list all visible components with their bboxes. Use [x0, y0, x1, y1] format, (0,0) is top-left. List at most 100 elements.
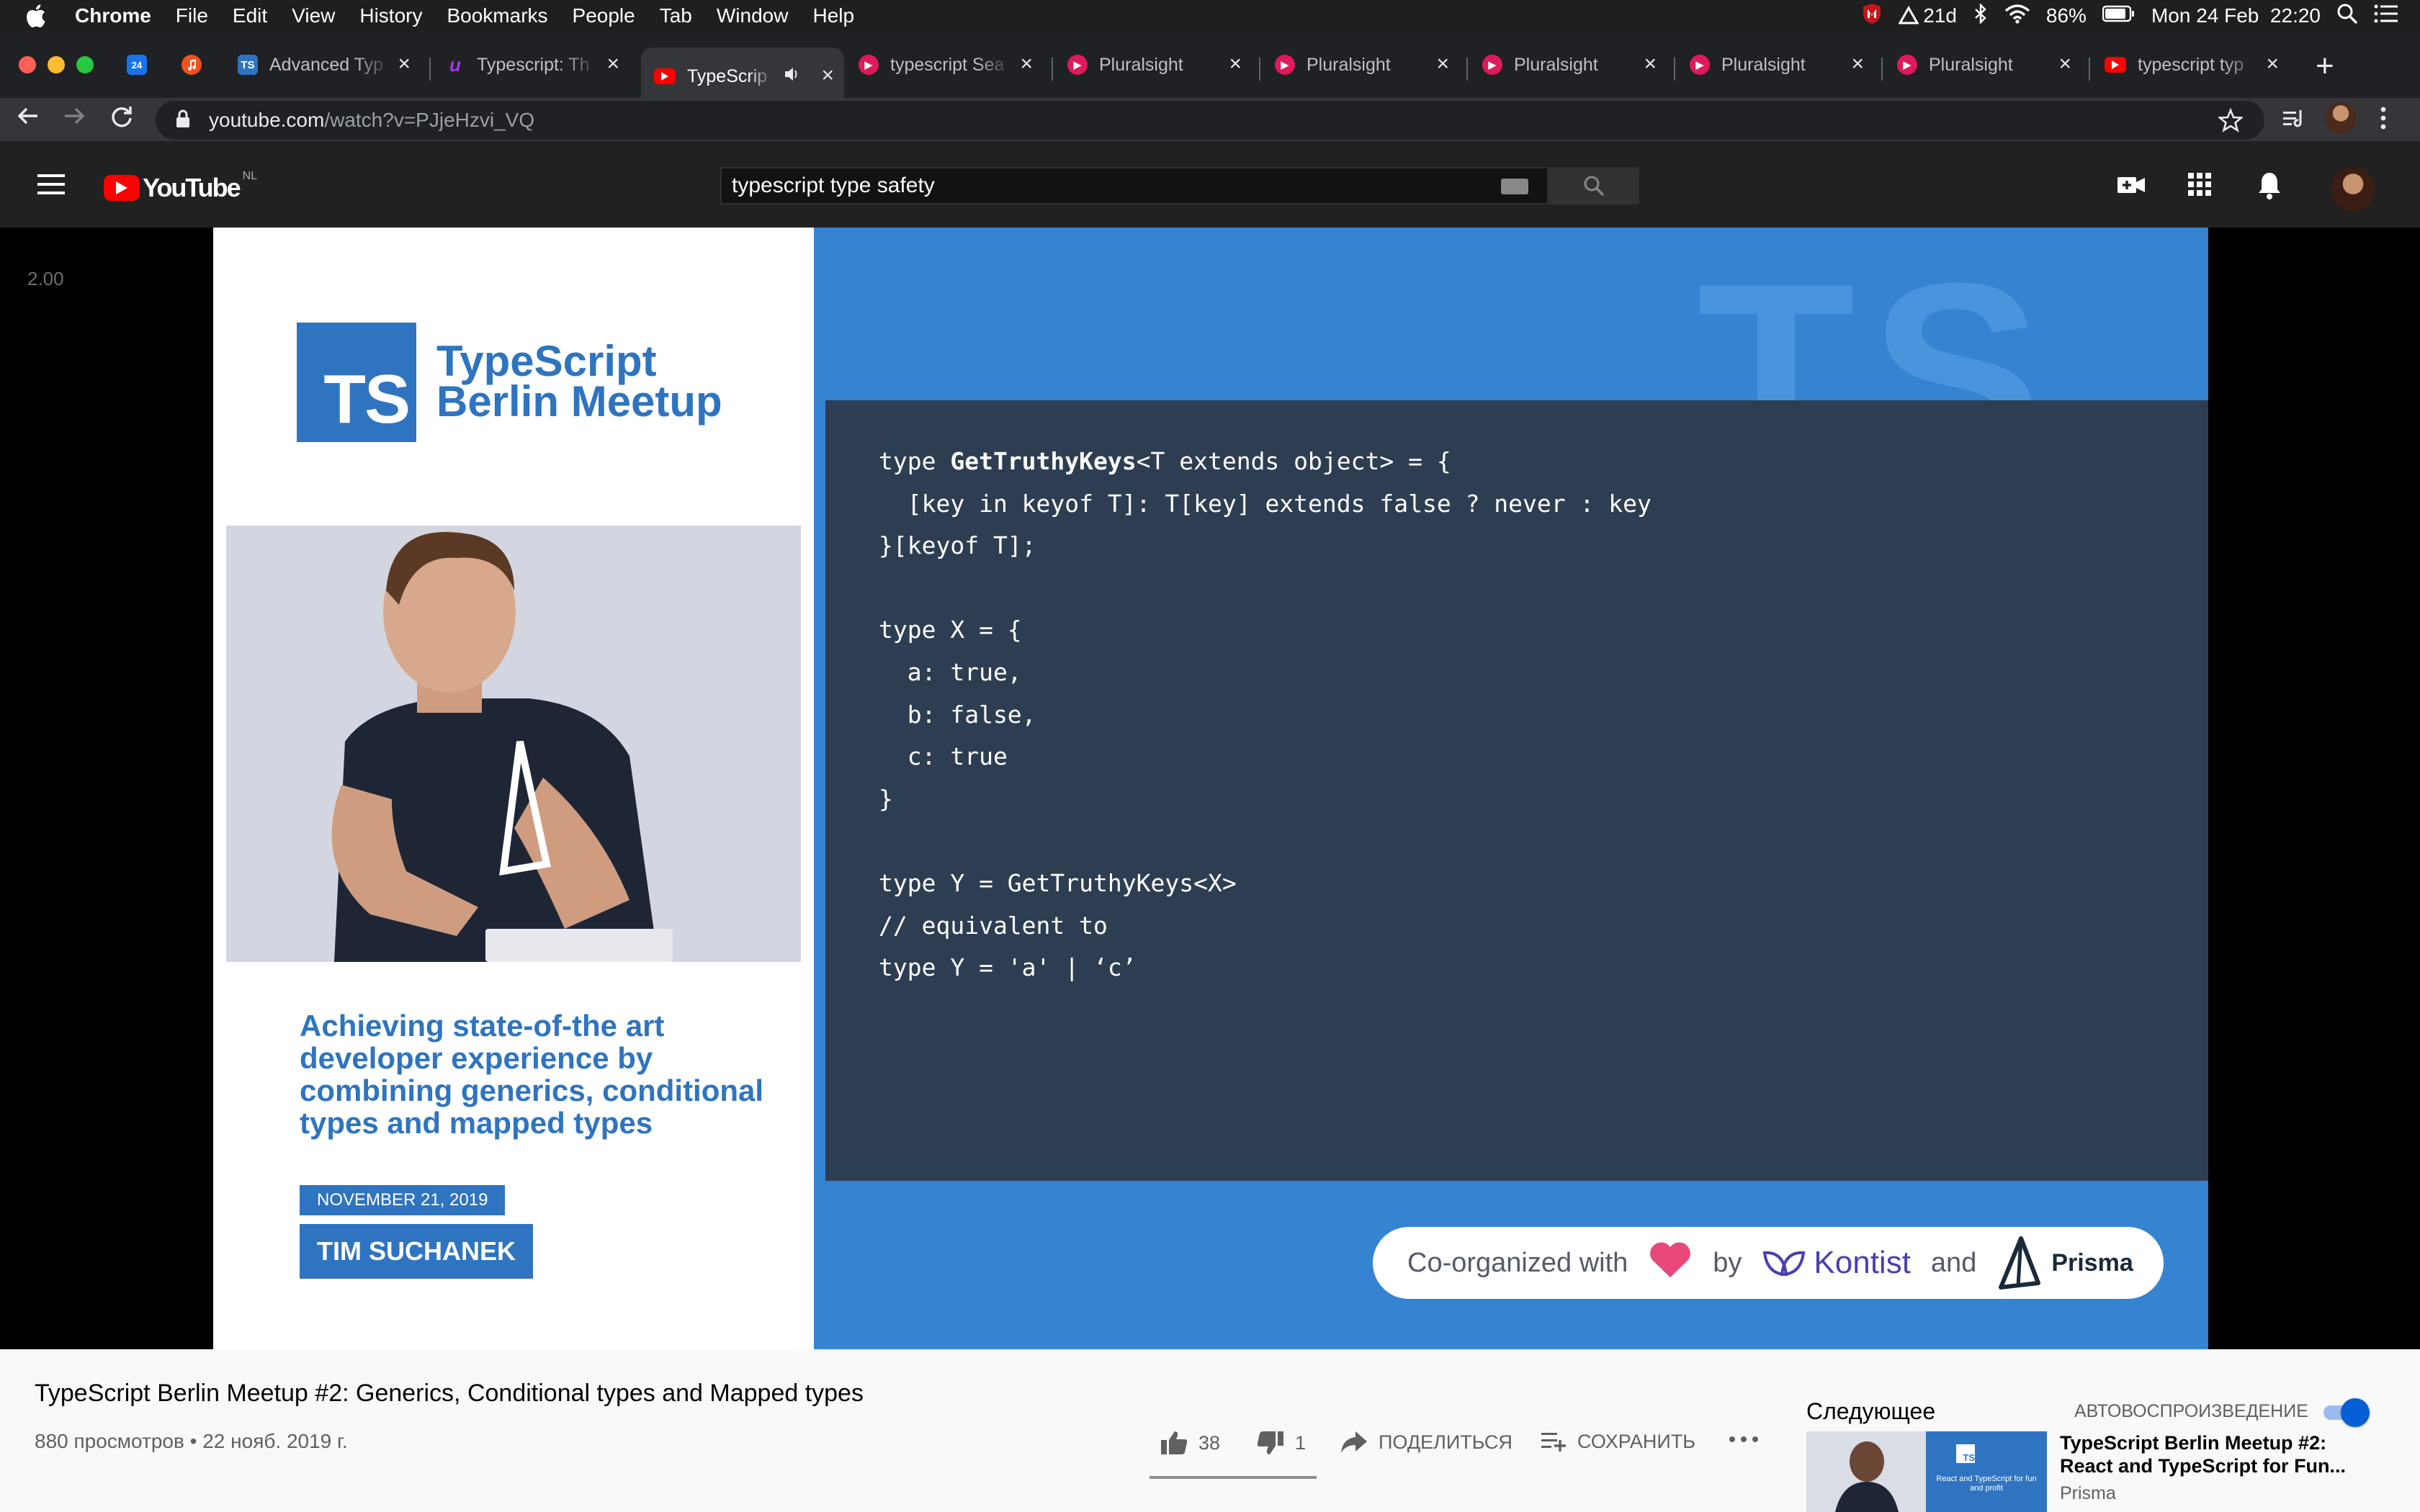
account-avatar[interactable] [2331, 167, 2375, 212]
video-player[interactable]: 2.00 TS TypeScript Berlin Meetup Achievi… [0, 228, 2420, 1349]
thumbs-down-icon [1257, 1431, 1283, 1454]
code-line: } [879, 784, 893, 813]
code-line: }[keyof T]; [879, 531, 1036, 560]
tab-close-icon[interactable]: × [2266, 52, 2279, 76]
address-bar[interactable]: youtube.com/watch?v=PJjeHzvi_VQ [156, 101, 2264, 140]
recommended-video-channel[interactable]: Prisma [2060, 1483, 2116, 1504]
tab-typescript-search[interactable]: ▶ typescript Sea × [859, 46, 1043, 84]
tab-title: typescript Sea [890, 54, 1005, 75]
reload-button[interactable] [109, 104, 134, 135]
apps-grid-icon[interactable] [2187, 171, 2213, 201]
sponsor-lead-text: Co-organized with [1407, 1247, 1628, 1278]
tab-close-icon[interactable]: × [606, 52, 619, 76]
back-button[interactable] [16, 104, 40, 135]
notifications-bell-icon[interactable] [2257, 171, 2282, 204]
search-input[interactable]: typescript type safety [720, 167, 1549, 204]
dislike-button[interactable]: 1 [1256, 1430, 1306, 1456]
tab-advanced-types[interactable]: TS Advanced Typ × [238, 46, 421, 84]
video-frame-slide[interactable]: TS TypeScript Berlin Meetup Achieving st… [213, 228, 2208, 1349]
youtube-logo[interactable]: YouTube NL [104, 170, 257, 203]
share-button[interactable]: ПОДЕЛИТЬСЯ [1340, 1430, 1512, 1454]
tab-pinned-calendar[interactable]: 24 [127, 46, 161, 84]
pluralsight-icon: ▶ [1690, 55, 1710, 75]
menu-bookmarks[interactable]: Bookmarks [447, 4, 547, 27]
search-button[interactable] [1549, 167, 1639, 204]
menu-tab[interactable]: Tab [660, 4, 692, 27]
tab-close-icon[interactable]: × [2058, 52, 2071, 76]
spotlight-search-icon[interactable] [2336, 3, 2358, 30]
lock-icon[interactable] [176, 109, 190, 132]
tab-pluralsight-4[interactable]: ▶ Pluralsight × [1690, 46, 1874, 84]
tab-typescript-udemy[interactable]: u Typescript: Th × [445, 46, 629, 84]
tab-title: Pluralsight [1099, 54, 1183, 75]
battery-icon[interactable] [2102, 4, 2136, 27]
tab-close-icon[interactable]: × [1229, 52, 1242, 76]
window-close-button[interactable] [19, 56, 36, 73]
bluetooth-icon[interactable] [1973, 2, 1989, 29]
tab-typescript-youtube-active[interactable]: TypeScrip × [641, 48, 844, 105]
thumb-caption: React and TypeScript for fun and profit [1936, 1475, 2037, 1493]
view-count: 880 просмотров [35, 1430, 184, 1452]
url-path: /watch?v=PJjeHzvi_VQ [324, 109, 535, 131]
prisma-wordmark: Prisma [2051, 1248, 2133, 1277]
url-text: youtube.com/watch?v=PJjeHzvi_VQ [209, 109, 534, 132]
search-input-value: typescript type safety [732, 174, 935, 197]
tab-close-icon[interactable]: × [398, 52, 411, 76]
tab-audio-playing-icon[interactable] [784, 66, 801, 87]
menu-app-name[interactable]: Chrome [75, 4, 151, 27]
chrome-menu-kebab-icon[interactable] [2378, 105, 2388, 138]
tab-close-icon[interactable]: × [1644, 52, 1657, 76]
media-controls-icon[interactable] [2282, 107, 2306, 138]
bookmark-star-icon[interactable] [2217, 107, 2244, 139]
notification-center-icon[interactable] [2374, 4, 2398, 28]
menu-view[interactable]: View [292, 4, 335, 27]
hamburger-menu-icon[interactable] [37, 174, 65, 200]
dislike-count: 1 [1295, 1431, 1307, 1454]
youtube-icon [2105, 57, 2126, 73]
tab-close-icon[interactable]: × [821, 63, 834, 88]
ts-icon: TS [238, 55, 258, 75]
menu-file[interactable]: File [176, 4, 208, 27]
create-video-icon[interactable] [2116, 171, 2146, 201]
window-minimize-button[interactable] [48, 56, 65, 73]
mcafee-shield-icon[interactable] [1861, 2, 1883, 30]
tab-typescript-type-youtube[interactable]: typescript typ × [2105, 46, 2289, 84]
playback-speed-overlay: 2.00 [27, 268, 64, 289]
tab-pluralsight-5[interactable]: ▶ Pluralsight × [1897, 46, 2081, 84]
tab-pluralsight-3[interactable]: ▶ Pluralsight × [1482, 46, 1667, 84]
tab-close-icon[interactable]: × [1020, 52, 1033, 76]
slide-left-panel: TS TypeScript Berlin Meetup Achieving st… [213, 228, 814, 1349]
keyboard-icon[interactable] [1501, 179, 1528, 194]
autoplay-toggle[interactable] [2323, 1398, 2370, 1427]
window-zoom-button[interactable] [76, 56, 94, 73]
recommended-video-title[interactable]: TypeScript Berlin Meetup #2: React and T… [2060, 1431, 2348, 1477]
wifi-icon[interactable] [2004, 4, 2030, 29]
tab-close-icon[interactable]: × [1851, 52, 1864, 76]
tab-title: TypeScrip [687, 66, 768, 86]
more-actions-button[interactable] [1729, 1436, 1759, 1443]
chrome-profile-avatar[interactable] [2325, 102, 2357, 134]
tab-pinned-music[interactable] [182, 46, 216, 84]
new-tab-button[interactable]: + [2316, 50, 2334, 82]
menu-people[interactable]: People [573, 4, 635, 27]
chrome-tab-strip: 24 TS Advanced Typ × u Typescript: Th × … [0, 32, 2420, 105]
menu-window[interactable]: Window [717, 4, 789, 27]
tab-close-icon[interactable]: × [1436, 52, 1449, 76]
tab-pluralsight-1[interactable]: ▶ Pluralsight × [1067, 46, 1252, 84]
timer-status[interactable]: 21d [1899, 4, 1957, 27]
menu-history[interactable]: History [359, 4, 422, 27]
meetup-title-line1: TypeScript [436, 337, 657, 385]
apple-menu-icon[interactable] [24, 4, 53, 28]
save-button[interactable]: СОХРАНИТЬ [1540, 1430, 1695, 1453]
like-button[interactable]: 38 [1160, 1430, 1220, 1456]
menubar-clock[interactable]: Mon 24 Feb 22:20 [2151, 4, 2321, 27]
menu-edit[interactable]: Edit [233, 4, 267, 27]
recommended-video-thumbnail[interactable]: TS React and TypeScript for fun and prof… [1806, 1431, 2047, 1512]
tab-pluralsight-2[interactable]: ▶ Pluralsight × [1275, 46, 1459, 84]
prisma-logo: Prisma [1996, 1236, 2133, 1290]
forward-button[interactable] [62, 104, 86, 135]
menu-help[interactable]: Help [812, 4, 854, 27]
url-host: youtube.com [209, 109, 325, 131]
thumbs-up-icon [1161, 1431, 1188, 1454]
